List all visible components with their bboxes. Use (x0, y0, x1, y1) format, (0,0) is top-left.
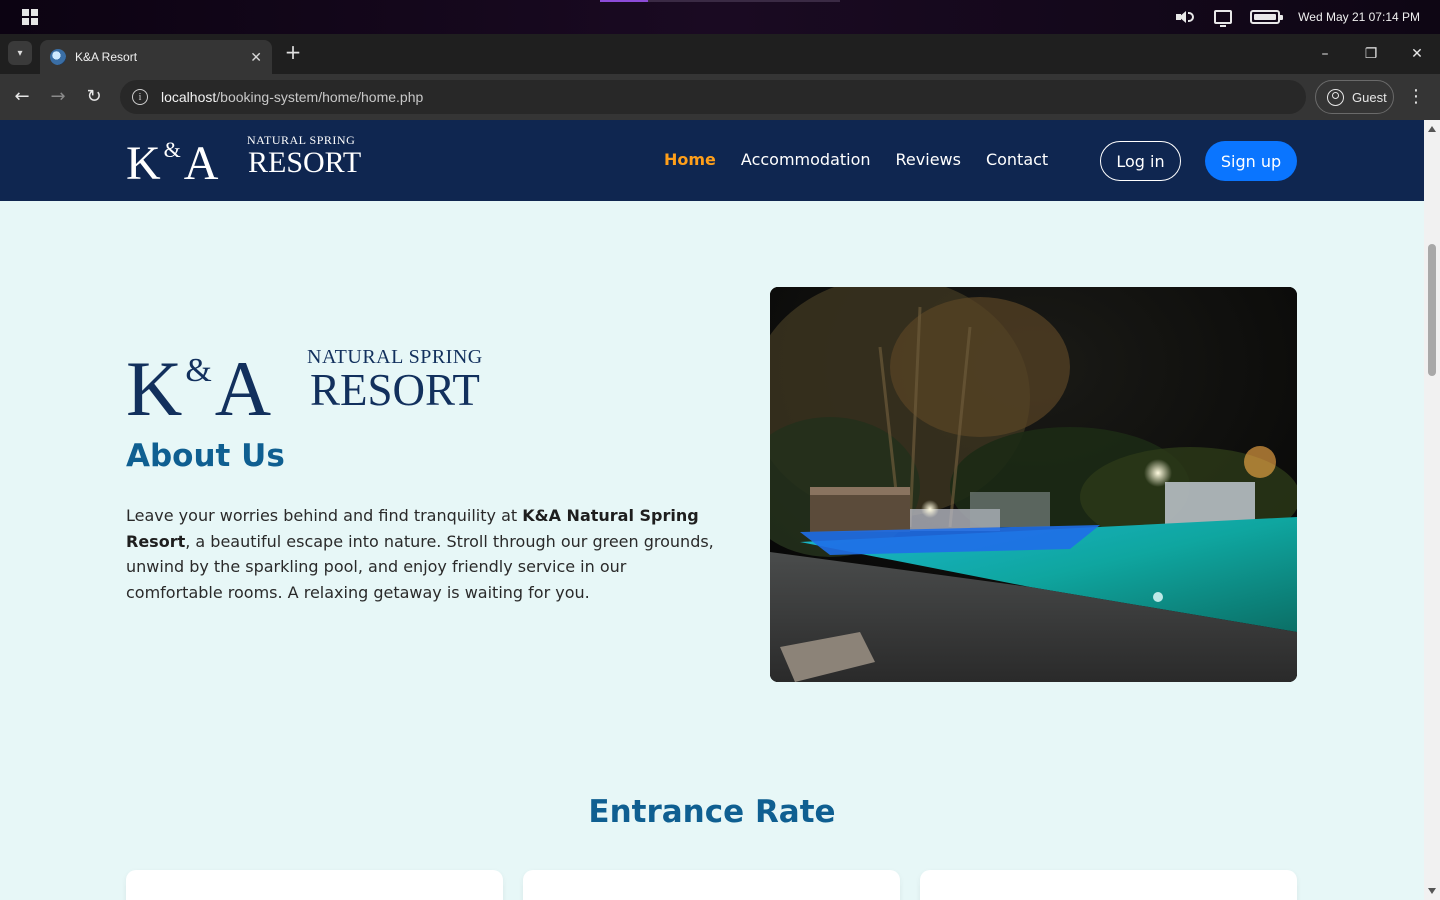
profile-button[interactable]: Guest (1315, 80, 1394, 114)
address-bar[interactable]: i localhost/booking-system/home/home.php (120, 80, 1306, 114)
logo-resort: RESORT (248, 146, 362, 179)
tab-list-button[interactable]: ▾ (8, 41, 32, 65)
display-icon[interactable] (1214, 10, 1233, 27)
about-logo-resort: RESORT (310, 365, 480, 415)
about-text: Leave your worries behind and find tranq… (126, 506, 714, 602)
windows-logo-icon[interactable] (22, 9, 38, 25)
logo-monogram: K&A (126, 137, 220, 190)
speaker-icon[interactable] (1174, 9, 1196, 25)
nav-reviews[interactable]: Reviews (896, 150, 961, 169)
browser-tab[interactable]: K&A Resort ✕ (40, 40, 272, 74)
profile-icon (1327, 88, 1344, 106)
signup-button[interactable]: Sign up (1205, 141, 1297, 181)
scroll-up-icon[interactable] (1428, 126, 1436, 132)
browser-menu-button[interactable]: ⋮ (1404, 85, 1428, 109)
battery-icon[interactable] (1250, 10, 1284, 24)
browser-tabstrip: ▾ K&A Resort ✕ + – ❐ ✕ (0, 34, 1440, 74)
entrance-rate-card (126, 870, 503, 900)
window-controls: – ❐ ✕ (1302, 34, 1440, 74)
reload-button[interactable]: ↻ (82, 85, 106, 109)
about-title: About Us (126, 438, 285, 474)
resort-pool-photo (770, 287, 1297, 682)
nav-home[interactable]: Home (664, 150, 716, 169)
forward-button[interactable]: → (46, 85, 70, 109)
minimize-button[interactable]: – (1302, 34, 1348, 74)
restore-button[interactable]: ❐ (1348, 34, 1394, 74)
site-header: K&A NATURAL SPRING RESORT Home Accommoda… (0, 120, 1424, 201)
back-button[interactable]: ← (10, 85, 34, 109)
page-viewport: K&A NATURAL SPRING RESORT Home Accommoda… (0, 120, 1424, 900)
nav-accommodation[interactable]: Accommodation (741, 150, 871, 169)
os-taskbar: Wed May 21 07:14 PM (0, 0, 1440, 34)
about-logo-monogram: K&A (126, 345, 272, 432)
page-scrollbar[interactable] (1424, 120, 1440, 900)
entrance-rate-card (523, 870, 900, 900)
tab-title: K&A Resort (75, 50, 138, 64)
browser-toolbar: ← → ↻ i localhost/booking-system/home/ho… (0, 74, 1440, 120)
login-button[interactable]: Log in (1100, 141, 1181, 181)
close-window-button[interactable]: ✕ (1394, 34, 1440, 74)
loading-progress-bar (600, 0, 840, 2)
clock[interactable]: Wed May 21 07:14 PM (1298, 10, 1420, 24)
scroll-down-icon[interactable] (1428, 888, 1436, 894)
tab-close-icon[interactable]: ✕ (250, 49, 262, 66)
site-info-icon[interactable]: i (132, 89, 148, 105)
main-nav: Home Accommodation Reviews Contact (664, 150, 1048, 169)
favicon-icon (50, 49, 66, 65)
url-host: localhost (161, 89, 217, 105)
entrance-rate-card (920, 870, 1297, 900)
system-tray: Wed May 21 07:14 PM (1174, 0, 1420, 34)
nav-contact[interactable]: Contact (986, 150, 1048, 169)
url-path: /booking-system/home/home.php (216, 89, 424, 105)
scrollbar-thumb[interactable] (1428, 244, 1436, 376)
new-tab-button[interactable]: + (282, 42, 304, 64)
entrance-rate-title: Entrance Rate (588, 794, 836, 830)
profile-label: Guest (1352, 89, 1387, 105)
